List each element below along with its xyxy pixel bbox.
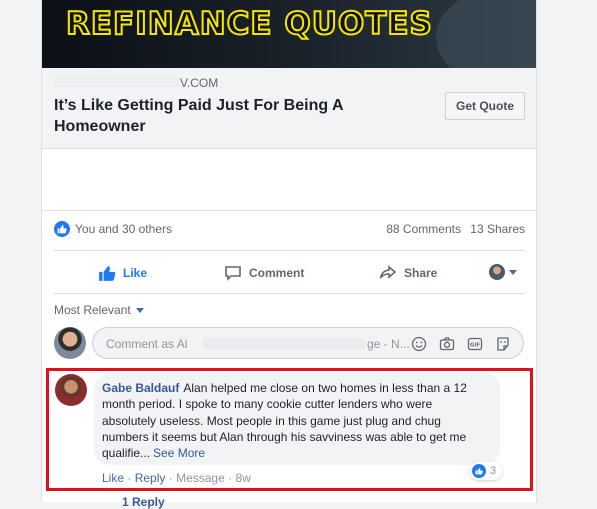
like-label: Like (123, 266, 148, 280)
chevron-down-icon[interactable] (509, 270, 517, 275)
redacted-domain (54, 77, 180, 87)
post-as-avatar[interactable] (489, 264, 505, 280)
redacted-name (203, 338, 365, 349)
separator: · (168, 471, 173, 485)
engagement-counts: 88 Comments 13 Shares (380, 222, 525, 236)
sort-label: Most Relevant (54, 303, 131, 317)
divider (54, 293, 524, 294)
comment-message-link[interactable]: Message (176, 471, 225, 485)
get-quote-button[interactable]: Get Quote (445, 92, 525, 120)
divider (42, 210, 536, 211)
gif-icon[interactable]: GIF (467, 336, 483, 352)
link-headline[interactable]: It’s Like Getting Paid Just For Being A … (54, 95, 374, 137)
comment-reaction-count: 3 (490, 465, 497, 477)
commenter-avatar[interactable] (55, 374, 87, 406)
like-reaction-icon (472, 464, 486, 478)
like-button[interactable]: Like (98, 263, 147, 283)
see-more-link[interactable]: See More (153, 446, 205, 460)
sticker-icon[interactable] (495, 336, 511, 352)
svg-text:GIF: GIF (470, 343, 481, 349)
banner-title: REFINANCE QUOTES (65, 5, 433, 43)
chevron-down-icon (135, 308, 144, 314)
banner-decoration (436, 0, 536, 68)
reaction-summary[interactable]: You and 30 others (54, 221, 172, 237)
comment-reaction-badge[interactable]: 3 (470, 462, 503, 480)
comment-label: Comment (249, 266, 305, 280)
view-replies-link[interactable]: 1 Reply (122, 495, 165, 509)
emoji-icon[interactable] (411, 336, 427, 352)
separator: · (127, 471, 132, 485)
comment-bubble: Gabe Baldauf Alan helped me close on two … (94, 373, 500, 465)
comments-count[interactable]: 88 Comments (386, 222, 461, 236)
avatar[interactable] (54, 327, 86, 359)
comment-actions: Like · Reply · Message · 8w (102, 471, 251, 485)
like-reaction-icon (54, 221, 70, 237)
post-card: REFINANCE QUOTES V.COM It’s Like Getting… (41, 0, 537, 509)
comment-body: Gabe Baldauf Alan helped me close on two … (102, 380, 487, 461)
divider (54, 250, 524, 251)
comment-author[interactable]: Gabe Baldauf (102, 381, 179, 395)
link-preview[interactable]: V.COM It’s Like Getting Paid Just For Be… (42, 68, 536, 149)
share-button[interactable]: Share (379, 263, 437, 283)
shares-count[interactable]: 13 Shares (470, 222, 525, 236)
comment-input[interactable]: Comment as Al ge - N... GIF (92, 327, 524, 359)
comment-icon (225, 266, 241, 281)
camera-icon[interactable] (439, 336, 455, 352)
separator: · (228, 471, 233, 485)
comment-reply-link[interactable]: Reply (135, 471, 166, 485)
thumbs-up-icon (99, 266, 116, 281)
comment-like-link[interactable]: Like (102, 471, 124, 485)
share-label: Share (404, 266, 438, 280)
comment-timestamp[interactable]: 8w (235, 471, 250, 485)
share-icon (379, 265, 397, 279)
comment-sort-dropdown[interactable]: Most Relevant (54, 303, 144, 317)
comment-placeholder-start: Comment as Al (106, 337, 188, 351)
comment-button[interactable]: Comment (224, 263, 304, 283)
comment-placeholder-end: ge - N... (367, 337, 410, 351)
link-domain: V.COM (180, 76, 219, 90)
ad-banner-image[interactable]: REFINANCE QUOTES (42, 0, 536, 68)
reaction-summary-text: You and 30 others (75, 222, 172, 236)
